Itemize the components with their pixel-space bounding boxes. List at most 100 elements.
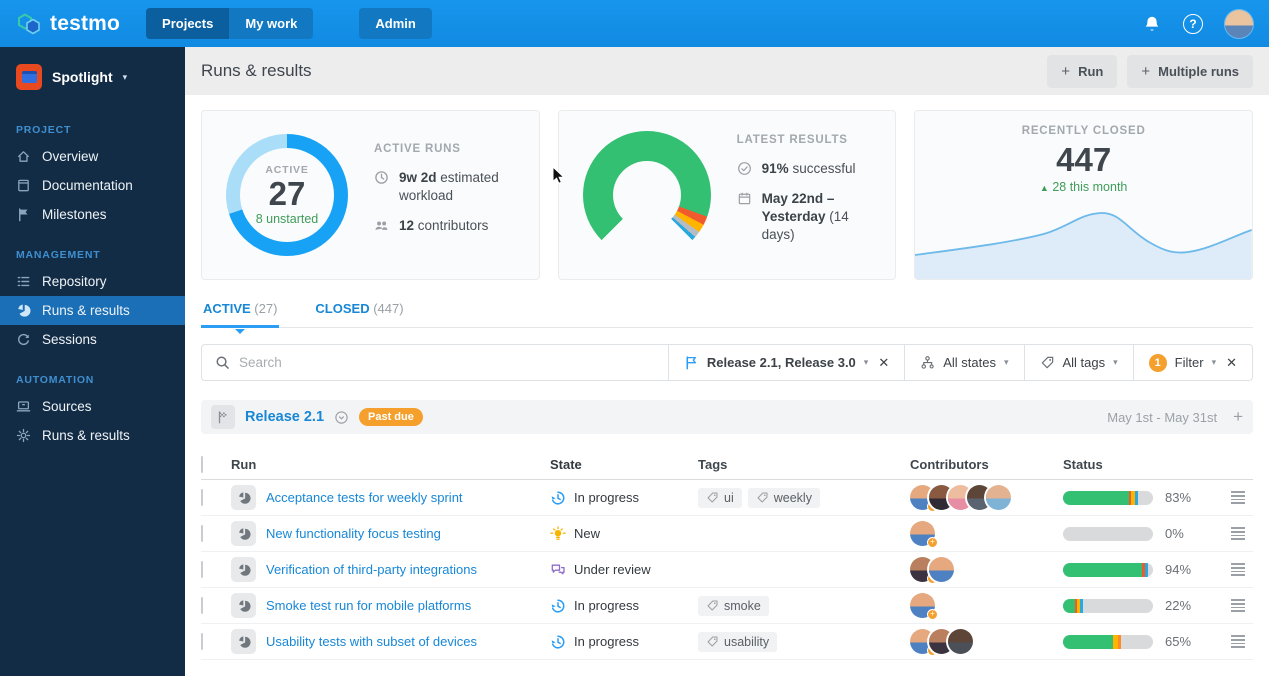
states-filter[interactable]: All states ▾	[904, 345, 1023, 380]
stat-successful: 91% successful	[737, 160, 872, 178]
tag-label: smoke	[724, 598, 761, 613]
state-label: In progress	[574, 490, 640, 505]
tag-icon	[707, 600, 718, 611]
history-icon	[551, 598, 565, 612]
run-state: In progress	[550, 634, 698, 650]
tag-label: weekly	[773, 490, 812, 505]
select-all-checkbox[interactable]	[201, 455, 203, 473]
status-progress-bar	[1063, 634, 1153, 649]
milestone-title[interactable]: Release 2.1	[245, 409, 324, 425]
table-row: Usability tests with subset of devices In…	[201, 624, 1253, 660]
milestone-chevron-circle-icon[interactable]	[334, 410, 349, 425]
state-label: In progress	[574, 598, 640, 613]
tab-closed[interactable]: CLOSED (447)	[313, 292, 405, 327]
row-checkbox[interactable]	[201, 561, 203, 578]
column-header-run: Run	[231, 456, 257, 472]
row-menu-icon[interactable]	[1231, 491, 1245, 504]
run-icon	[231, 593, 256, 618]
contributor-badge-icon: +	[927, 537, 938, 548]
run-link[interactable]: Acceptance tests for weekly sprint	[266, 490, 463, 505]
run-link[interactable]: New functionality focus testing	[266, 526, 441, 541]
pie-icon	[238, 599, 251, 612]
search-input[interactable]	[239, 355, 655, 370]
clear-milestone-filter-icon[interactable]: ✕	[878, 355, 889, 371]
chat-icon	[551, 564, 565, 574]
run-icon	[231, 557, 256, 582]
sidebar-item-sessions[interactable]: Sessions	[0, 325, 185, 354]
row-menu-icon[interactable]	[1231, 527, 1245, 540]
project-switcher[interactable]: Spotlight ▾	[0, 47, 185, 104]
milestone-filter[interactable]: Release 2.1, Release 3.0 ▾ ✕	[667, 345, 904, 380]
gear-icon	[16, 428, 31, 443]
run-icon	[231, 629, 256, 654]
card-title: ACTIVE RUNS	[374, 142, 461, 155]
states-icon	[921, 356, 934, 369]
table-row: New functionality focus testing New +0%	[201, 516, 1253, 552]
tag-label: usability	[724, 634, 770, 649]
run-link[interactable]: Verification of third-party integrations	[266, 562, 477, 577]
brand[interactable]: testmo	[16, 11, 120, 37]
row-checkbox[interactable]	[201, 597, 203, 614]
bell-icon[interactable]	[1143, 15, 1161, 33]
card-title: LATEST RESULTS	[736, 133, 848, 146]
sidebar-item-documentation[interactable]: Documentation	[0, 171, 185, 200]
contributor-avatar[interactable]	[986, 485, 1011, 510]
tag-icon	[757, 492, 768, 503]
stat-contributors: 12 contributors	[374, 217, 515, 235]
tag-pill[interactable]: smoke	[698, 595, 769, 616]
stat-date-range: May 22nd – Yesterday (14 days)	[737, 190, 872, 245]
nav-tab-projects[interactable]: Projects	[146, 8, 230, 39]
tag-pill[interactable]: ui	[698, 487, 742, 508]
row-checkbox[interactable]	[201, 525, 203, 542]
sidebar-section: AUTOMATION Sources Runs & results	[0, 370, 185, 450]
row-checkbox[interactable]	[201, 633, 203, 650]
brand-name: testmo	[50, 11, 121, 35]
status-percent: 83%	[1165, 490, 1192, 505]
tag-pill[interactable]: weekly	[747, 487, 820, 508]
row-menu-icon[interactable]	[1231, 599, 1245, 612]
run-link[interactable]: Smoke test run for mobile platforms	[266, 598, 471, 613]
sidebar-item-label: Documentation	[42, 178, 133, 193]
add-run-to-milestone-icon[interactable]: +	[1233, 407, 1243, 427]
flag-icon	[19, 208, 28, 222]
row-menu-icon[interactable]	[1231, 563, 1245, 576]
sidebar-item-runs-results[interactable]: Runs & results	[0, 421, 185, 450]
nav-tab-admin[interactable]: Admin	[359, 8, 432, 39]
run-button[interactable]: + Run	[1047, 54, 1118, 88]
recently-closed-value: 447	[1056, 141, 1112, 178]
help-icon[interactable]: ?	[1183, 13, 1203, 34]
bulb-icon	[550, 525, 566, 540]
multiple-runs-button[interactable]: + Multiple runs	[1127, 54, 1253, 88]
contributor-avatar[interactable]: +	[910, 521, 938, 548]
filter-menu[interactable]: 1 Filter ▾ ✕	[1132, 345, 1252, 380]
tag-pill[interactable]: usability	[698, 631, 778, 652]
tab-active[interactable]: ACTIVE (27)	[201, 292, 280, 334]
row-menu-icon[interactable]	[1231, 635, 1245, 648]
run-link[interactable]: Usability tests with subset of devices	[266, 634, 477, 649]
sidebar-item-overview[interactable]: Overview	[0, 142, 185, 171]
tags-filter[interactable]: All tags ▾	[1023, 345, 1133, 380]
run-status: 83%	[1063, 490, 1253, 505]
column-header-status: Status	[1063, 456, 1103, 472]
status-progress-bar	[1063, 490, 1153, 505]
nav-tab-my-work[interactable]: My work	[229, 8, 313, 39]
chevron-down-icon: ▾	[863, 357, 869, 367]
row-checkbox[interactable]	[201, 489, 203, 506]
contributor-avatar[interactable]	[948, 629, 973, 654]
sidebar-item-repository[interactable]: Repository	[0, 267, 185, 296]
chevron-down-icon: ▾	[1211, 357, 1217, 367]
tab-count: (447)	[373, 301, 404, 316]
sidebar-item-runs-results[interactable]: Runs & results	[0, 296, 185, 325]
tag-label: ui	[724, 490, 734, 505]
contributor-avatar[interactable]: +	[910, 593, 938, 620]
sidebar-item-milestones[interactable]: Milestones	[0, 200, 185, 229]
run-tags: ui weekly	[698, 487, 910, 508]
run-icon	[231, 521, 256, 546]
contributor-avatar[interactable]	[929, 557, 954, 582]
clear-filter-icon[interactable]: ✕	[1226, 355, 1237, 371]
sidebar-item-sources[interactable]: Sources	[0, 392, 185, 421]
user-avatar[interactable]	[1225, 9, 1253, 38]
donut-center-sub: 8 unstarted	[255, 212, 319, 227]
check-circle-icon	[737, 161, 751, 175]
column-header-tags: Tags	[698, 456, 728, 472]
